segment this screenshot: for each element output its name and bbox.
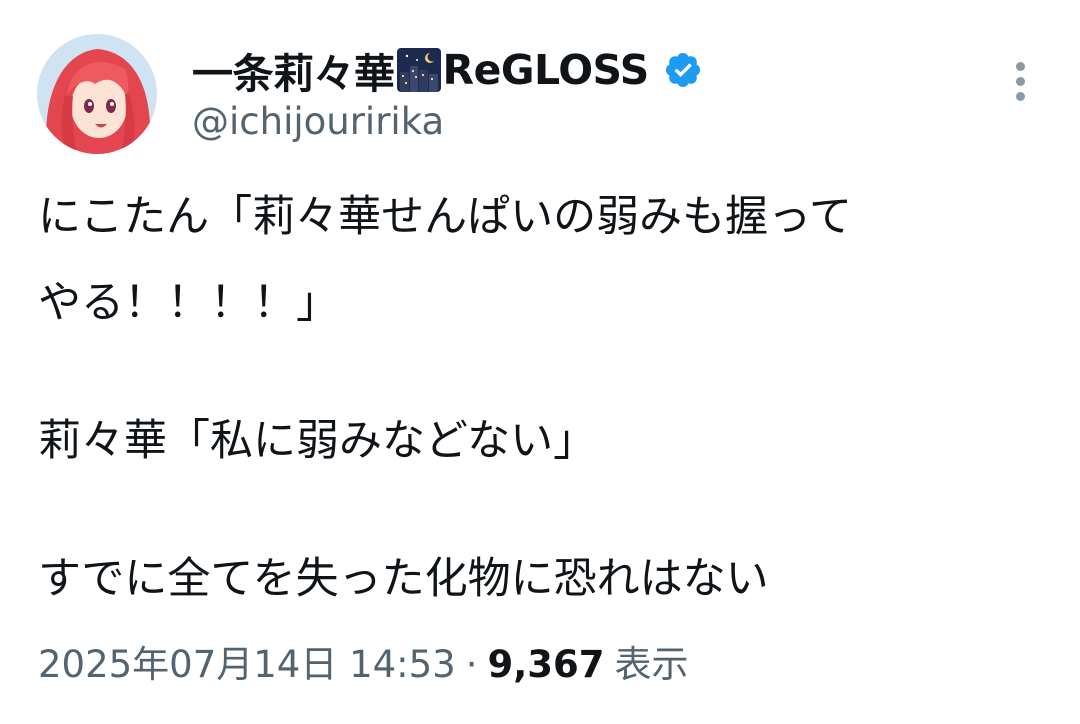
display-name-suffix[interactable]: ReGLOSS — [443, 46, 650, 94]
tweet-text-line: すでに全てを失った化物に恐れはない — [38, 554, 769, 604]
night-city-emoji-icon — [396, 48, 441, 92]
avatar[interactable] — [37, 34, 157, 154]
tweet-text-line: やる！！！！」 — [38, 278, 339, 328]
tweet: 一条莉々華 ReGLOSS @ichijouririka にこたん「莉々華せんぱ… — [0, 0, 1080, 724]
display-name[interactable]: 一条莉々華 — [192, 40, 395, 100]
views-count[interactable]: 9,367 — [487, 643, 604, 686]
meta-separator: · — [465, 643, 478, 686]
user-handle[interactable]: @ichijouririka — [192, 100, 444, 143]
tweet-meta: 2025年07月14日 14:53 · 9,367 表示 — [38, 634, 689, 688]
more-vertical-icon[interactable] — [1007, 62, 1033, 106]
display-name-row[interactable]: 一条莉々華 ReGLOSS — [192, 42, 703, 98]
views-label: 表示 — [614, 643, 689, 686]
tweet-text-line: 莉々華「私に弱みなどない」 — [38, 416, 597, 466]
tweet-text-line: にこたん「莉々華せんぱいの弱みも握って — [38, 192, 852, 242]
timestamp[interactable]: 2025年07月14日 14:53 — [38, 634, 456, 688]
verified-badge-icon — [663, 50, 703, 90]
